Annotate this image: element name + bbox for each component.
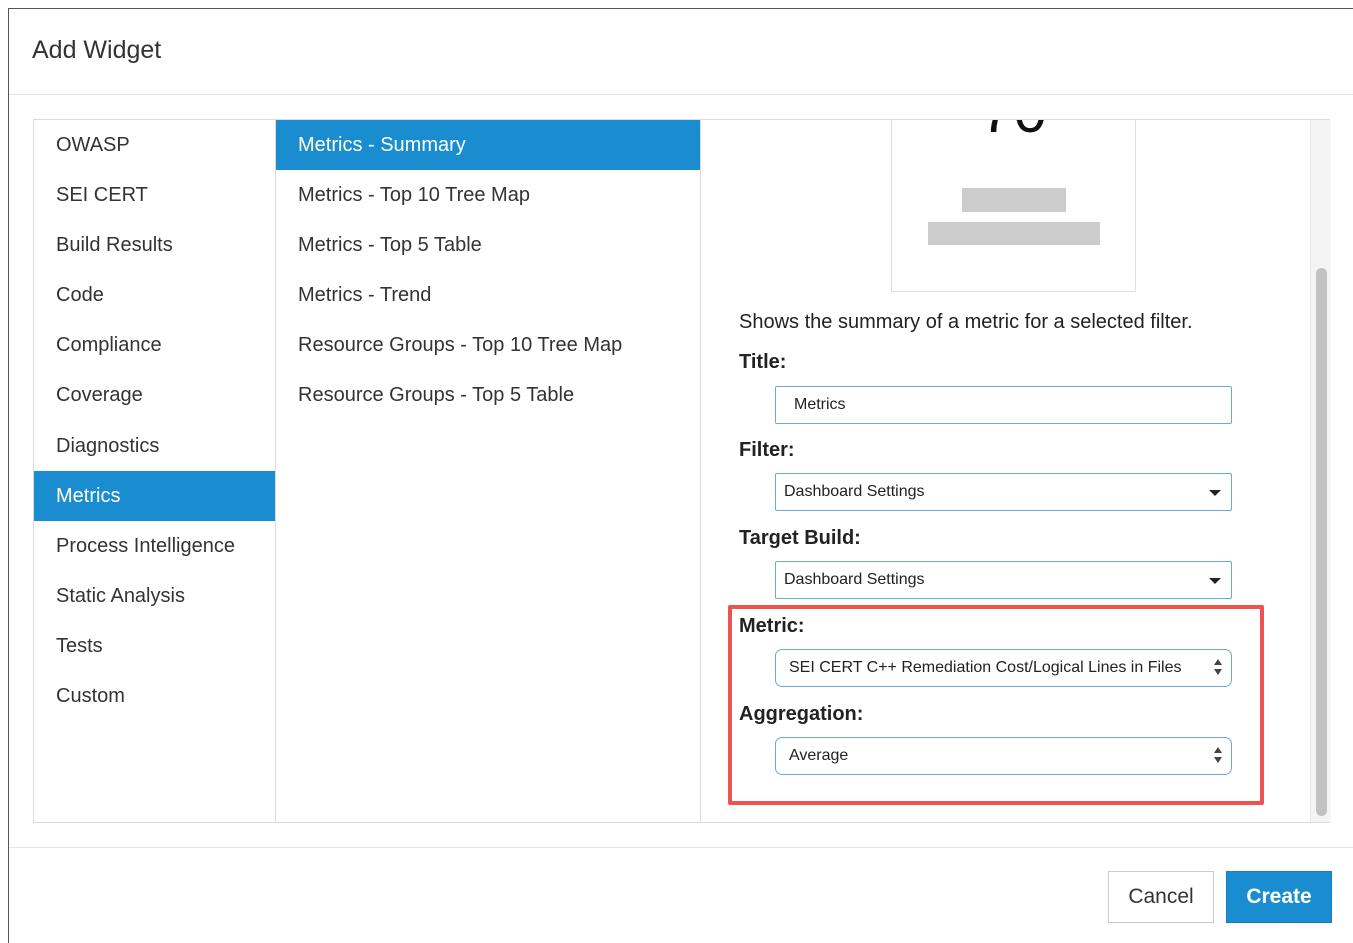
category-item-process-intelligence[interactable]: Process Intelligence [34,521,275,571]
category-item-build-results[interactable]: Build Results [34,220,275,270]
dialog-header: Add Widget [9,9,1353,95]
widget-type-metrics-trend[interactable]: Metrics - Trend [276,270,700,320]
chevron-down-icon [1209,578,1221,584]
category-item-code[interactable]: Code [34,270,275,320]
target-build-label: Target Build: [739,527,861,549]
target-build-select-value: Dashboard Settings [784,571,925,588]
category-item-owasp[interactable]: OWASP [34,120,275,170]
widget-type-metrics-top10-tree-map[interactable]: Metrics - Top 10 Tree Map [276,170,700,220]
dialog-title: Add Widget [32,36,162,64]
category-item-metrics[interactable]: Metrics [34,470,275,521]
category-item-compliance[interactable]: Compliance [34,320,275,370]
widget-description: Shows the summary of a metric for a sele… [739,311,1193,333]
filter-select[interactable]: Dashboard Settings [775,473,1232,511]
widget-type-metrics-top5-table[interactable]: Metrics - Top 5 Table [276,220,700,270]
widget-type-list: Metrics - Summary Metrics - Top 10 Tree … [276,120,701,822]
highlight-annotation-box [728,605,1264,805]
category-item-custom[interactable]: Custom [34,671,275,721]
widget-type-resource-groups-top10-tree-map[interactable]: Resource Groups - Top 10 Tree Map [276,320,700,370]
widget-preview: 70 [891,120,1136,292]
cancel-button[interactable]: Cancel [1108,871,1214,923]
preview-placeholder-bar [928,222,1100,245]
target-build-select[interactable]: Dashboard Settings [775,561,1232,599]
preview-placeholder-bar [962,188,1066,212]
filter-select-value: Dashboard Settings [784,483,925,500]
footer-divider [9,847,1353,848]
detail-scrollbar[interactable] [1310,120,1331,822]
category-item-static-analysis[interactable]: Static Analysis [34,571,275,621]
category-item-sei-cert[interactable]: SEI CERT [34,170,275,220]
filter-label: Filter: [739,439,795,461]
category-item-diagnostics[interactable]: Diagnostics [34,421,275,471]
scrollbar-thumb[interactable] [1316,268,1327,816]
category-item-tests[interactable]: Tests [34,621,275,671]
widget-type-resource-groups-top5-table[interactable]: Resource Groups - Top 5 Table [276,370,700,420]
widget-type-metrics-summary[interactable]: Metrics - Summary [276,120,700,171]
title-label: Title: [739,351,787,373]
create-button[interactable]: Create [1226,871,1332,923]
chevron-down-icon [1209,490,1221,496]
category-list: OWASP SEI CERT Build Results Code Compli… [34,120,276,822]
preview-number: 70 [892,120,1135,142]
category-item-coverage[interactable]: Coverage [34,370,275,420]
title-input[interactable]: Metrics [775,386,1232,424]
